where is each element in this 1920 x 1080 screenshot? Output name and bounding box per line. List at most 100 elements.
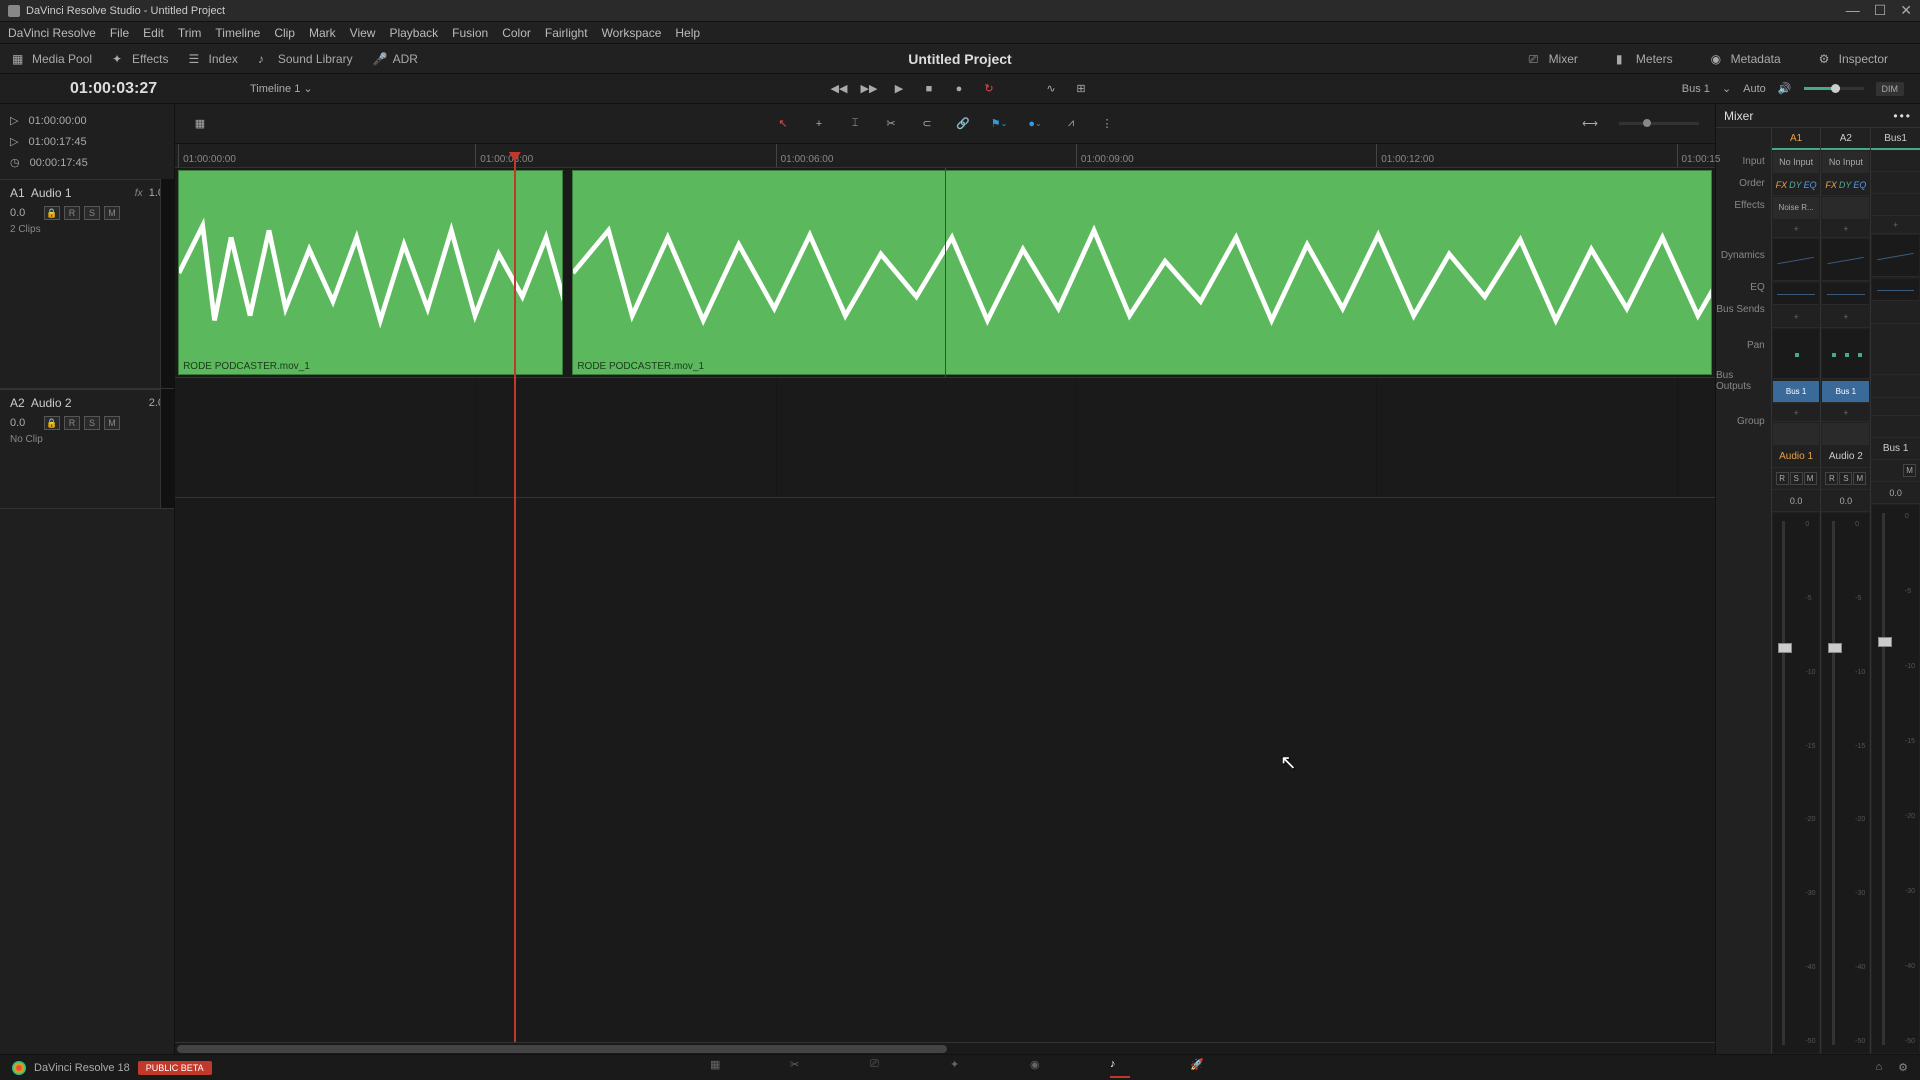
menu-trim[interactable]: Trim: [178, 26, 202, 40]
track-lane-a2[interactable]: [175, 378, 1715, 498]
timeline-selector[interactable]: Timeline 1 ⌄: [250, 82, 313, 95]
menu-help[interactable]: Help: [675, 26, 700, 40]
solo-button[interactable]: S: [1839, 472, 1852, 485]
track-header-a1[interactable]: A1 Audio 1 fx 1.0 0.0 🔒 R S M 2 Clips: [0, 179, 174, 241]
mixer-options-icon[interactable]: •••: [1893, 109, 1912, 123]
record-button[interactable]: ●: [950, 80, 968, 98]
menu-file[interactable]: File: [110, 26, 129, 40]
track-level[interactable]: 0.0: [10, 207, 40, 219]
bus-selector[interactable]: Bus 1: [1682, 83, 1710, 95]
cut-page-tab[interactable]: ✂: [790, 1058, 810, 1078]
menu-timeline[interactable]: Timeline: [215, 26, 260, 40]
arm-button[interactable]: R: [64, 416, 80, 430]
pan-control[interactable]: [1822, 329, 1869, 379]
fusion-page-tab[interactable]: ✦: [950, 1058, 970, 1078]
audio-clip[interactable]: RODE PODCASTER.mov_1: [178, 170, 563, 375]
selection-tool[interactable]: ↖: [774, 115, 792, 133]
mute-button[interactable]: M: [104, 416, 120, 430]
play-button[interactable]: ▶: [890, 80, 908, 98]
strip-header[interactable]: A1: [1772, 128, 1821, 150]
menu-edit[interactable]: Edit: [143, 26, 164, 40]
fairlight-page-tab[interactable]: ♪: [1110, 1058, 1130, 1078]
mute-button[interactable]: M: [1804, 472, 1817, 485]
playhead-line[interactable]: [514, 168, 516, 1042]
home-icon[interactable]: ⌂: [1875, 1061, 1882, 1074]
index-button[interactable]: ☰Index: [189, 52, 238, 66]
next-button[interactable]: ▶▶: [860, 80, 878, 98]
add-send-button[interactable]: +: [1772, 306, 1821, 328]
media-pool-button[interactable]: ▦Media Pool: [12, 52, 92, 66]
menu-davinci[interactable]: DaVinci Resolve: [8, 26, 96, 40]
mute-button[interactable]: M: [1853, 472, 1866, 485]
meters-toggle[interactable]: ▮Meters: [1616, 52, 1673, 66]
razor-tool[interactable]: ✂: [882, 115, 900, 133]
arm-button[interactable]: R: [1776, 472, 1789, 485]
minimize-button[interactable]: —: [1846, 2, 1860, 19]
group-selector[interactable]: [1822, 423, 1869, 445]
order-display[interactable]: FXDYEQ: [1821, 174, 1870, 196]
color-page-tab[interactable]: ◉: [1030, 1058, 1050, 1078]
track-lane-a1[interactable]: RODE PODCASTER.mov_1 RODE PODCASTER.mov_…: [175, 168, 1715, 378]
view-options-icon[interactable]: ▦: [191, 115, 209, 133]
strip-header[interactable]: A2: [1821, 128, 1870, 150]
solo-button[interactable]: S: [1790, 472, 1803, 485]
effects-slot[interactable]: Noise R...: [1773, 197, 1820, 219]
edit-page-tab[interactable]: ⎚: [870, 1058, 890, 1078]
add-effect-button[interactable]: +: [1871, 216, 1920, 234]
transient-tool[interactable]: ⩘: [1062, 115, 1080, 133]
dynamics-graph[interactable]: [1773, 239, 1820, 281]
add-bus-button[interactable]: +: [1821, 404, 1870, 422]
inspector-toggle[interactable]: ⚙Inspector: [1819, 52, 1888, 66]
adr-button[interactable]: 🎤ADR: [373, 52, 418, 66]
close-button[interactable]: ✕: [1900, 2, 1912, 19]
playhead-marker[interactable]: [514, 154, 516, 168]
solo-button[interactable]: S: [84, 206, 100, 220]
arm-button[interactable]: R: [64, 206, 80, 220]
effects-slot[interactable]: [1822, 197, 1869, 219]
menu-playback[interactable]: Playback: [389, 26, 438, 40]
add-effect-button[interactable]: +: [1821, 220, 1870, 238]
prev-button[interactable]: ◀◀: [830, 80, 848, 98]
fader[interactable]: 0-5-10-15-20-30-40-50: [1822, 513, 1869, 1053]
sound-library-button[interactable]: ♪Sound Library: [258, 52, 353, 66]
fader[interactable]: 0-5-10-15-20-30-40-50: [1872, 505, 1919, 1053]
add-effect-button[interactable]: +: [1772, 220, 1821, 238]
main-timecode[interactable]: 01:00:03:27: [70, 80, 190, 98]
pan-control[interactable]: [1773, 329, 1820, 379]
marker-tool[interactable]: ●⌄: [1026, 115, 1044, 133]
loop-button[interactable]: ↻: [980, 80, 998, 98]
metadata-toggle[interactable]: ◉Metadata: [1711, 52, 1781, 66]
eq-graph[interactable]: [1872, 279, 1919, 301]
edit-selection-tool[interactable]: ⌶: [846, 115, 864, 133]
input-selector[interactable]: No Input: [1773, 151, 1820, 173]
menu-fairlight[interactable]: Fairlight: [545, 26, 588, 40]
eq-graph[interactable]: [1822, 283, 1869, 305]
link-tool[interactable]: 🔗: [954, 115, 972, 133]
effects-button[interactable]: ✦Effects: [112, 52, 168, 66]
volume-slider[interactable]: [1804, 87, 1864, 90]
dynamics-graph[interactable]: [1872, 235, 1919, 277]
solo-button[interactable]: S: [84, 416, 100, 430]
snap-tool[interactable]: ⊂: [918, 115, 936, 133]
snap-icon[interactable]: ⊞: [1072, 80, 1090, 98]
strip-header[interactable]: Bus1: [1871, 128, 1920, 150]
fader-handle[interactable]: [1878, 637, 1892, 647]
mute-button[interactable]: M: [104, 206, 120, 220]
bus-output[interactable]: Bus 1: [1822, 381, 1869, 403]
lock-button[interactable]: 🔒: [44, 206, 60, 220]
fader-handle[interactable]: [1778, 643, 1792, 653]
menu-mark[interactable]: Mark: [309, 26, 336, 40]
tracks-area[interactable]: RODE PODCASTER.mov_1 RODE PODCASTER.mov_…: [175, 168, 1715, 1042]
flag-marker-tool[interactable]: ⚑⌄: [990, 115, 1008, 133]
input-selector[interactable]: No Input: [1822, 151, 1869, 173]
bus-output[interactable]: Bus 1: [1773, 381, 1820, 403]
zoom-fit-icon[interactable]: ⟷: [1581, 115, 1599, 133]
auto-label[interactable]: Auto: [1743, 83, 1766, 95]
track-level[interactable]: 0.0: [10, 417, 40, 429]
dynamics-graph[interactable]: [1822, 239, 1869, 281]
media-page-tab[interactable]: ▦: [710, 1058, 730, 1078]
stop-button[interactable]: ■: [920, 80, 938, 98]
group-selector[interactable]: [1773, 423, 1820, 445]
track-header-a2[interactable]: A2 Audio 2 2.0 0.0 🔒 R S M No Clip: [0, 389, 174, 451]
mute-button[interactable]: M: [1903, 464, 1916, 477]
